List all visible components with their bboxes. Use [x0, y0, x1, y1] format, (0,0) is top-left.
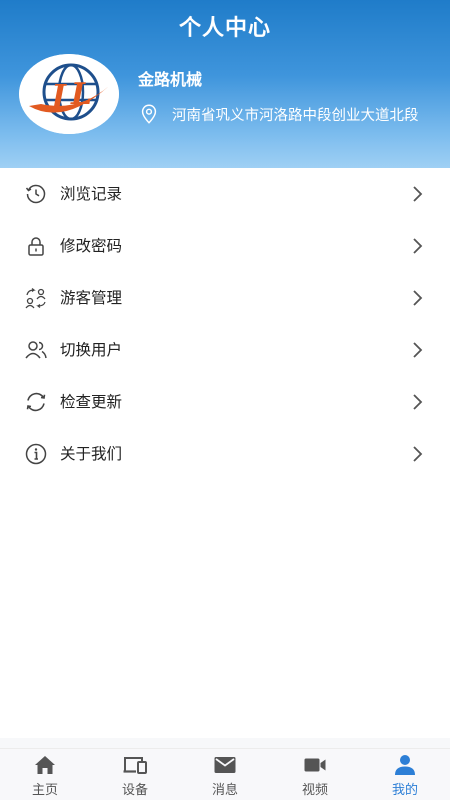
- chevron-right-icon: [413, 186, 423, 202]
- visitor-manage-icon: [25, 288, 46, 309]
- menu-item-browse-history[interactable]: 浏览记录: [0, 168, 450, 220]
- tab-profile[interactable]: 我的: [360, 749, 450, 800]
- devices-icon: [123, 757, 147, 774]
- svg-text:L: L: [70, 77, 92, 112]
- menu-item-switch-user[interactable]: 切换用户: [0, 324, 450, 376]
- tab-messages[interactable]: 消息: [180, 749, 270, 800]
- menu-item-label: 游客管理: [60, 289, 123, 307]
- history-clock-icon: [25, 184, 46, 204]
- company-name: 金路机械: [138, 70, 203, 89]
- switch-user-icon: [25, 341, 47, 359]
- menu-item-label: 切换用户: [60, 341, 123, 359]
- company-logo-avatar[interactable]: J L: [19, 54, 119, 134]
- person-icon: [395, 755, 415, 775]
- lock-icon: [28, 237, 44, 256]
- company-logo-icon: J L: [19, 54, 119, 134]
- address-row: 河南省巩义市河洛路中段创业大道北段: [138, 103, 438, 125]
- company-address: 河南省巩义市河洛路中段创业大道北段: [172, 107, 419, 124]
- tab-label: 设备: [121, 783, 148, 798]
- settings-menu: 浏览记录 修改密码 游客管理 切换用户 检查更新 关于我们: [0, 168, 450, 738]
- chevron-right-icon: [413, 290, 423, 306]
- tab-home[interactable]: 主页: [0, 749, 90, 800]
- tab-label: 我的: [391, 783, 418, 798]
- page-title: 个人中心: [178, 16, 271, 41]
- menu-item-label: 检查更新: [60, 393, 123, 411]
- info-icon: [25, 443, 47, 465]
- profile-header: 个人中心 J L 金路机械 河南省巩义市河洛路中段创业大道北段: [0, 0, 450, 168]
- tab-devices[interactable]: 设备: [90, 749, 180, 800]
- chevron-right-icon: [413, 446, 423, 462]
- chevron-right-icon: [413, 394, 423, 410]
- menu-item-label: 浏览记录: [60, 185, 123, 203]
- menu-item-check-update[interactable]: 检查更新: [0, 376, 450, 428]
- location-pin-icon: [141, 104, 157, 124]
- menu-item-label: 关于我们: [60, 445, 123, 463]
- tab-label: 消息: [211, 783, 238, 798]
- menu-item-about-us[interactable]: 关于我们: [0, 428, 450, 480]
- tab-video[interactable]: 视频: [270, 749, 360, 800]
- mail-icon: [214, 757, 236, 773]
- chevron-right-icon: [413, 342, 423, 358]
- tab-label: 视频: [301, 783, 328, 798]
- bottom-tab-bar: 主页 设备 消息 视频 我的: [0, 748, 450, 800]
- home-icon: [35, 756, 55, 774]
- menu-item-label: 修改密码: [60, 237, 123, 255]
- chevron-right-icon: [413, 238, 423, 254]
- tab-label: 主页: [31, 783, 58, 798]
- video-camera-icon: [304, 758, 326, 772]
- refresh-icon: [26, 392, 46, 412]
- menu-item-change-password[interactable]: 修改密码: [0, 220, 450, 272]
- menu-item-visitor-management[interactable]: 游客管理: [0, 272, 450, 324]
